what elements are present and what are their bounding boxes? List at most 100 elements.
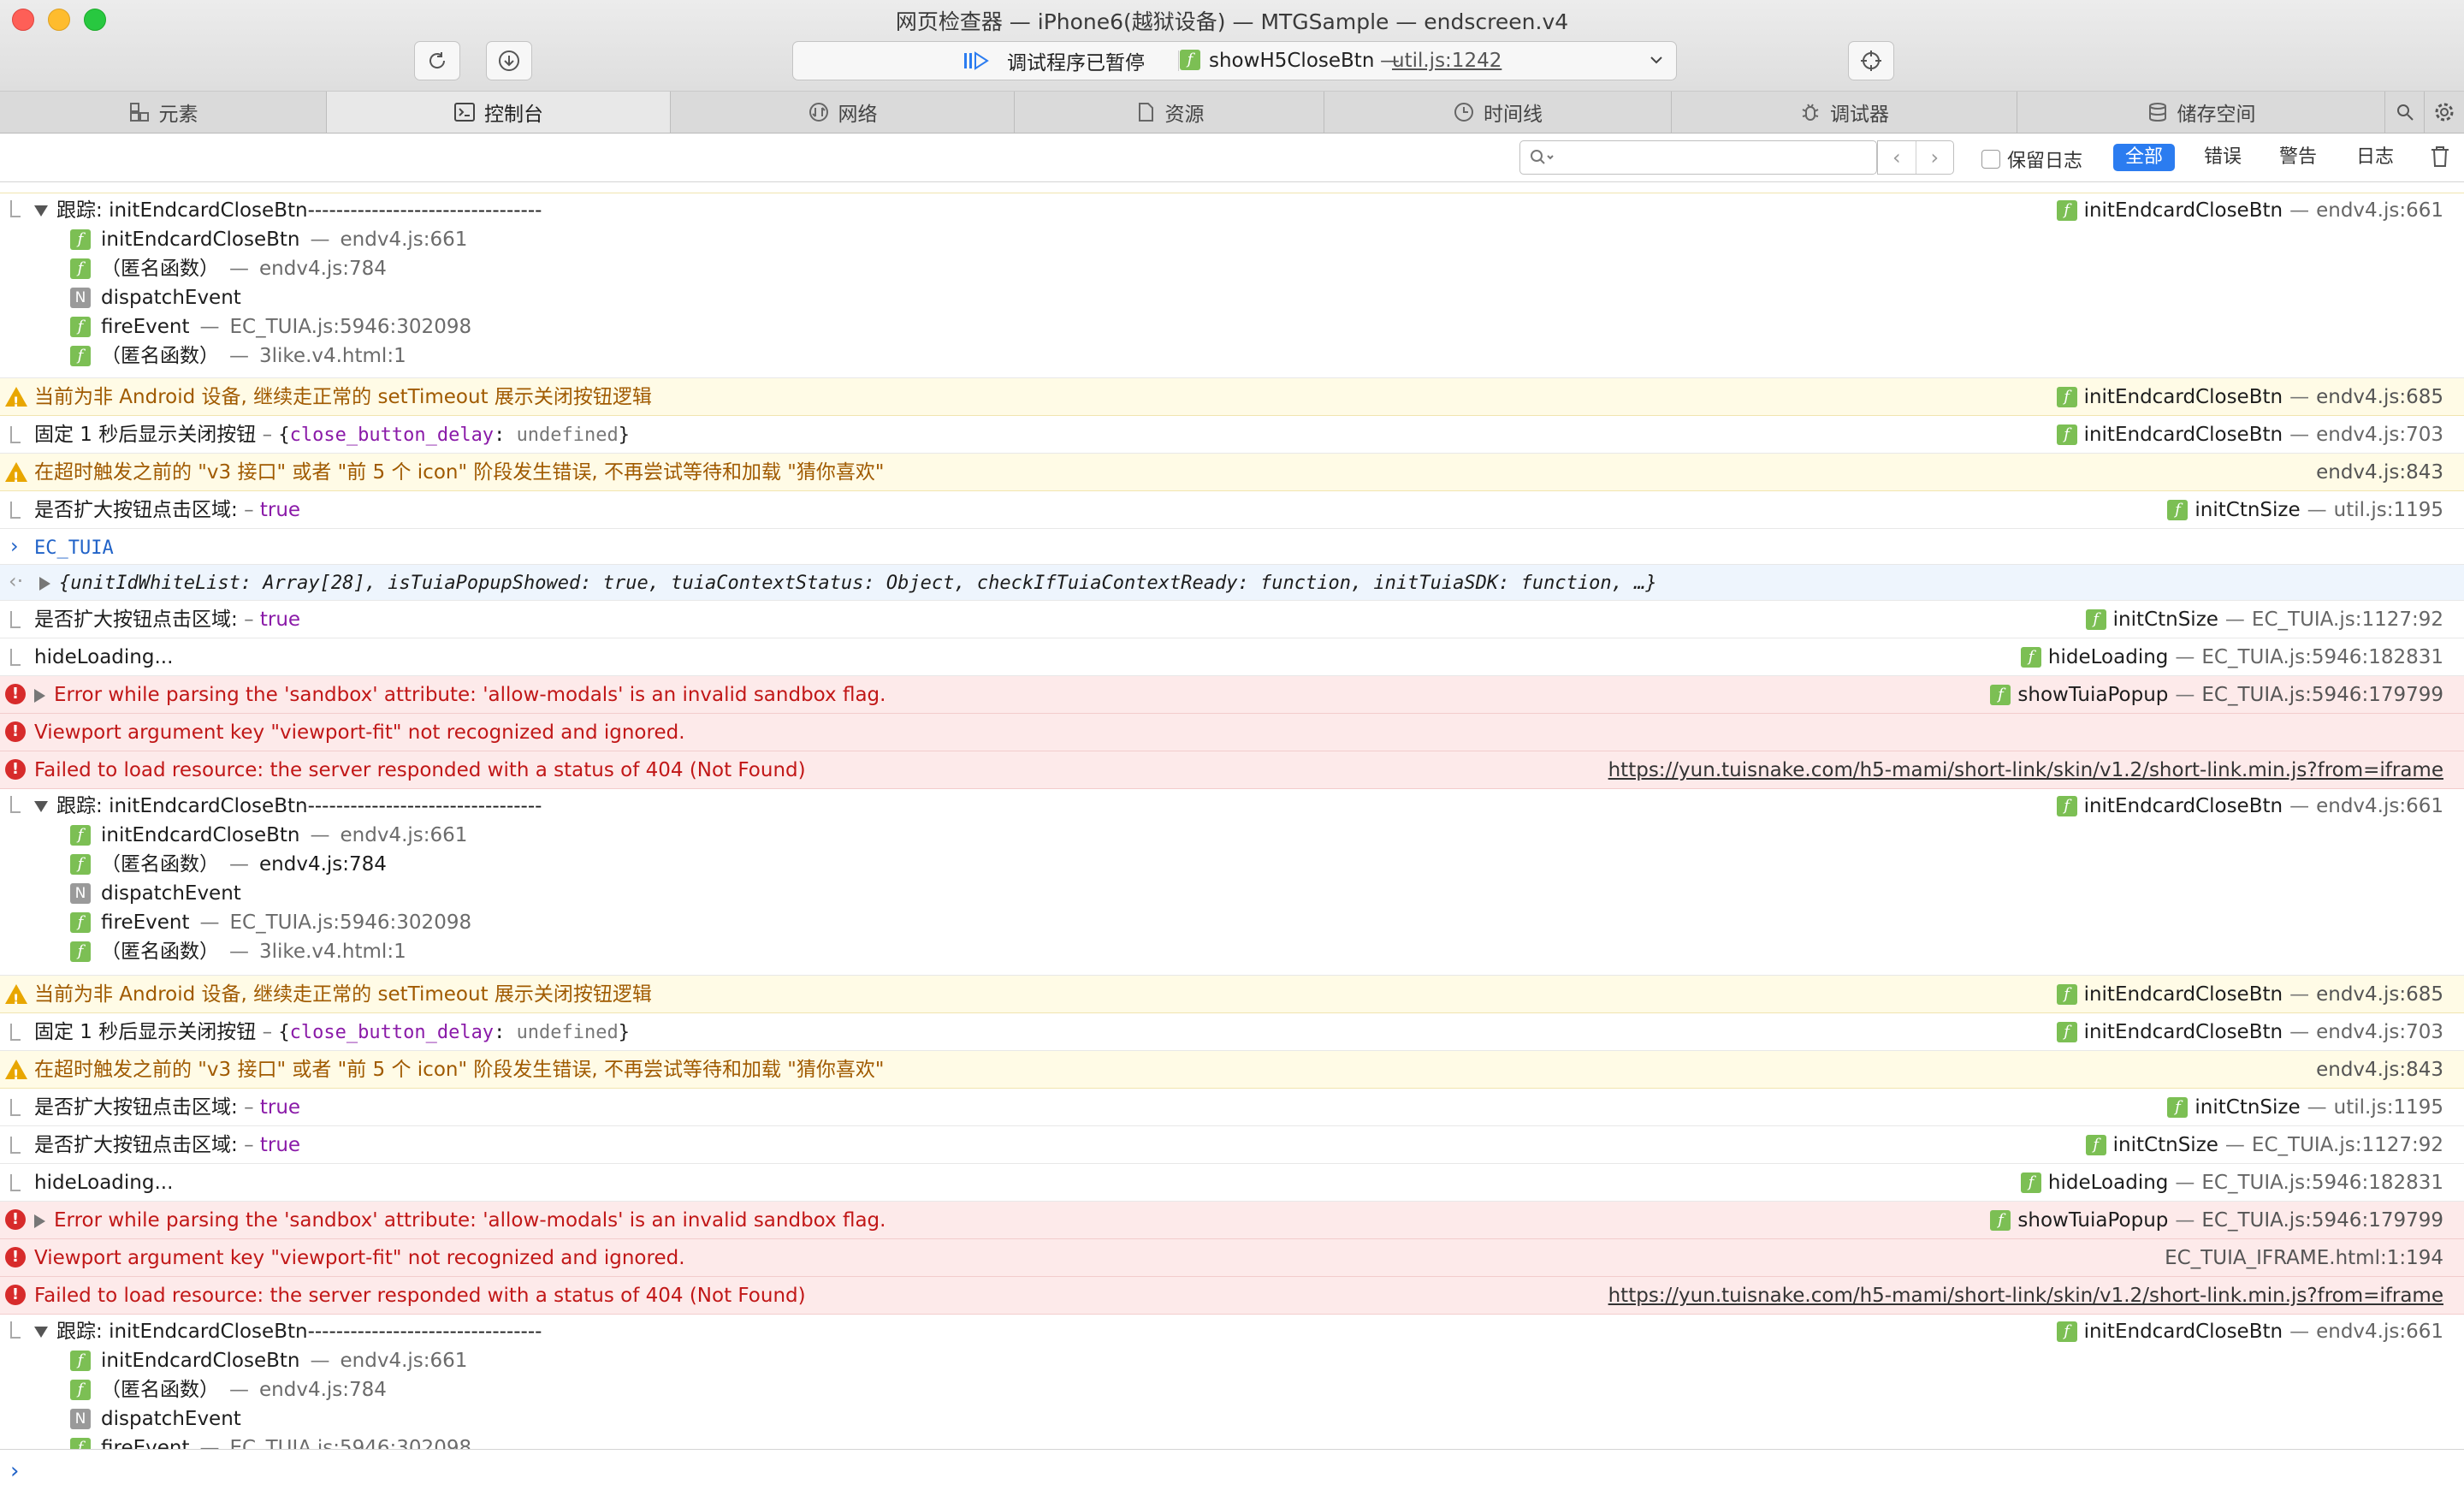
stack-frame[interactable]: f （匿名函数） — endv4.js:784 [70,1378,387,1402]
source-link[interactable]: endv4.js:843 [2316,460,2443,484]
source-link[interactable]: f hideLoading — EC_TUIA.js:5946:182831 [2020,645,2443,669]
stack-frame[interactable]: f fireEvent — EC_TUIA.js:5946:302098 [70,315,471,339]
tab-debugger[interactable]: 调试器 [1672,92,2017,133]
paused-location[interactable]: util.js:1242 [1392,50,1502,72]
message-text[interactable]: Error while parsing the 'sandbox' attrib… [34,683,886,707]
frame-name: dispatchEvent [101,287,241,309]
stack-frame[interactable]: NdispatchEvent [70,286,241,310]
paused-label: 调试程序已暂停 [1007,52,1145,74]
clear-console-button[interactable] [2428,144,2452,173]
error-text: Error while parsing the 'sandbox' attrib… [54,1209,886,1232]
source-link[interactable]: f initEndcardCloseBtn — endv4.js:685 [2056,385,2443,409]
disclosure-triangle-icon[interactable] [34,205,48,217]
stack-frame[interactable]: f （匿名函数） — 3like.v4.html:1 [70,344,406,368]
disclosure-triangle-icon[interactable] [34,688,45,703]
source-link[interactable]: f initCtnSize — util.js:1195 [2167,1095,2443,1119]
reload-button[interactable] [414,41,460,80]
source-location: endv4.js:843 [2316,461,2443,484]
source-link[interactable]: f showTuiaPopup — EC_TUIA.js:5946:179799 [1990,1208,2443,1232]
filter-all-button[interactable]: 全部 [2113,144,2176,171]
trace-header[interactable]: 跟踪: initEndcardCloseBtn-----------------… [34,794,542,818]
dash: – [244,1096,254,1119]
log-icon [10,1174,21,1191]
object-preview[interactable]: {unitIdWhiteList: Array[28], isTuiaPopup… [39,571,1657,596]
tab-console[interactable]: 控制台 [327,92,671,133]
source-function: initEndcardCloseBtn [2083,199,2283,222]
frame-location: endv4.js:784 [259,853,387,876]
next-match-button[interactable]: › [1916,141,1954,174]
disclosure-triangle-icon[interactable] [34,801,48,812]
warning-icon [5,1060,27,1087]
console-prompt[interactable]: › [0,1449,2464,1502]
tab-resources[interactable]: 资源 [1015,92,1324,133]
console-search-input[interactable] [1558,146,1869,170]
source-link[interactable]: f initCtnSize — util.js:1195 [2167,498,2443,522]
reload-icon [429,52,446,68]
tab-elements[interactable]: 元素 [0,92,327,133]
previous-match-button[interactable]: ‹ [1878,141,1916,174]
trace-header[interactable]: 跟踪: initEndcardCloseBtn-----------------… [34,199,542,223]
tab-storage[interactable]: 储存空间 [2017,92,2385,133]
message-text: 是否扩大按钮点击区域: – true [34,1095,300,1119]
disclosure-triangle-icon[interactable] [34,1214,45,1228]
stack-frame[interactable]: f initEndcardCloseBtn — endv4.js:661 [70,228,467,252]
source-link[interactable]: f initEndcardCloseBtn — endv4.js:703 [2056,1020,2443,1044]
source-link[interactable]: f initEndcardCloseBtn — endv4.js:703 [2056,423,2443,447]
preserve-log-toggle[interactable]: 保留日志 [1981,145,2082,173]
resource-url-link[interactable]: https://yun.tuisnake.com/h5-mami/short-l… [1608,758,2443,782]
source-link[interactable]: f hideLoading — EC_TUIA.js:5946:182831 [2020,1171,2443,1195]
tab-timelines[interactable]: 时间线 [1324,92,1672,133]
search-tab-button[interactable] [2385,92,2425,133]
log-message: 是否扩大按钮点击区域: – true f initCtnSize — util.js:… [0,491,2464,529]
console-search-field[interactable] [1519,140,1877,175]
stack-frame[interactable]: f （匿名函数） — endv4.js:784 [70,257,387,281]
filter-errors-button[interactable]: 错误 [2192,144,2254,171]
preserve-log-checkbox[interactable] [1981,150,2000,169]
source-link[interactable]: f initCtnSize — EC_TUIA.js:1127:92 [2085,608,2443,632]
resource-url[interactable]: https://yun.tuisnake.com/h5-mami/short-l… [1608,1284,2443,1308]
source-link[interactable]: f initEndcardCloseBtn — endv4.js:685 [2056,983,2443,1006]
filter-logs-button[interactable]: 日志 [2344,144,2406,171]
source-link[interactable]: f initEndcardCloseBtn — endv4.js:661 [2056,199,2443,223]
download-button[interactable] [486,41,532,80]
function-icon: f [2056,796,2077,816]
source-link[interactable]: f initCtnSize — EC_TUIA.js:1127:92 [2085,1133,2443,1157]
stack-frame[interactable]: f initEndcardCloseBtn — endv4.js:661 [70,823,467,847]
element-picker-button[interactable] [1848,41,1894,80]
settings-button[interactable] [2425,92,2464,133]
trace-header[interactable]: 跟踪: initEndcardCloseBtn-----------------… [34,1320,542,1344]
dash: — [229,1379,249,1401]
resource-url[interactable]: https://yun.tuisnake.com/h5-mami/short-l… [1608,758,2443,782]
resource-url-link[interactable]: https://yun.tuisnake.com/h5-mami/short-l… [1608,1284,2443,1308]
stack-frame[interactable]: NdispatchEvent [70,1407,241,1431]
log-icon [10,200,21,217]
stack-frame[interactable]: f fireEvent — EC_TUIA.js:5946:302098 [70,1436,471,1449]
stack-frame[interactable]: f initEndcardCloseBtn — endv4.js:661 [70,1349,467,1373]
function-icon: f [70,229,91,250]
source-link[interactable]: f showTuiaPopup — EC_TUIA.js:5946:179799 [1990,683,2443,707]
source-location: endv4.js:685 [2316,386,2443,408]
message-text[interactable]: Error while parsing the 'sandbox' attrib… [34,1208,886,1232]
stack-frame[interactable]: f fireEvent — EC_TUIA.js:5946:302098 [70,911,471,935]
source-link[interactable]: f initEndcardCloseBtn — endv4.js:661 [2056,794,2443,818]
gear-icon [2435,103,2454,122]
warning-message: 在超时触发之前的 "v3 接口" 或者 "前 5 个 icon" 阶段发生错误,… [0,1051,2464,1089]
source-link[interactable]: endv4.js:843 [2316,1058,2443,1082]
function-icon: f [70,346,91,366]
stack-frame[interactable]: NdispatchEvent [70,882,241,905]
error-text: Error while parsing the 'sandbox' attrib… [54,684,886,706]
stack-frame[interactable]: f （匿名函数） — endv4.js:784 [70,852,387,876]
log-message: 固定 1 秒后显示关闭按钮 – {close_button_delay: und… [0,1013,2464,1051]
stack-frame[interactable]: f （匿名函数） — 3like.v4.html:1 [70,940,406,964]
frame-name: （匿名函数） [101,258,219,280]
filter-warnings-button[interactable]: 警告 [2267,144,2329,171]
source-link[interactable]: EC_TUIA_IFRAME.html:1:194 [2165,1246,2443,1270]
tab-network[interactable]: 网络 [671,92,1015,133]
debugger-status-bar[interactable]: 调试程序已暂停 f showH5CloseBtn — util.js:1242 [792,41,1677,80]
source-link[interactable]: f initEndcardCloseBtn — endv4.js:661 [2056,1320,2443,1344]
disclosure-triangle-icon[interactable] [34,1327,48,1338]
object-value: undefined [516,1022,619,1043]
frame-location: EC_TUIA.js:5946:302098 [229,316,472,338]
disclosure-triangle-icon[interactable] [39,576,50,591]
function-icon: f [2020,647,2041,668]
